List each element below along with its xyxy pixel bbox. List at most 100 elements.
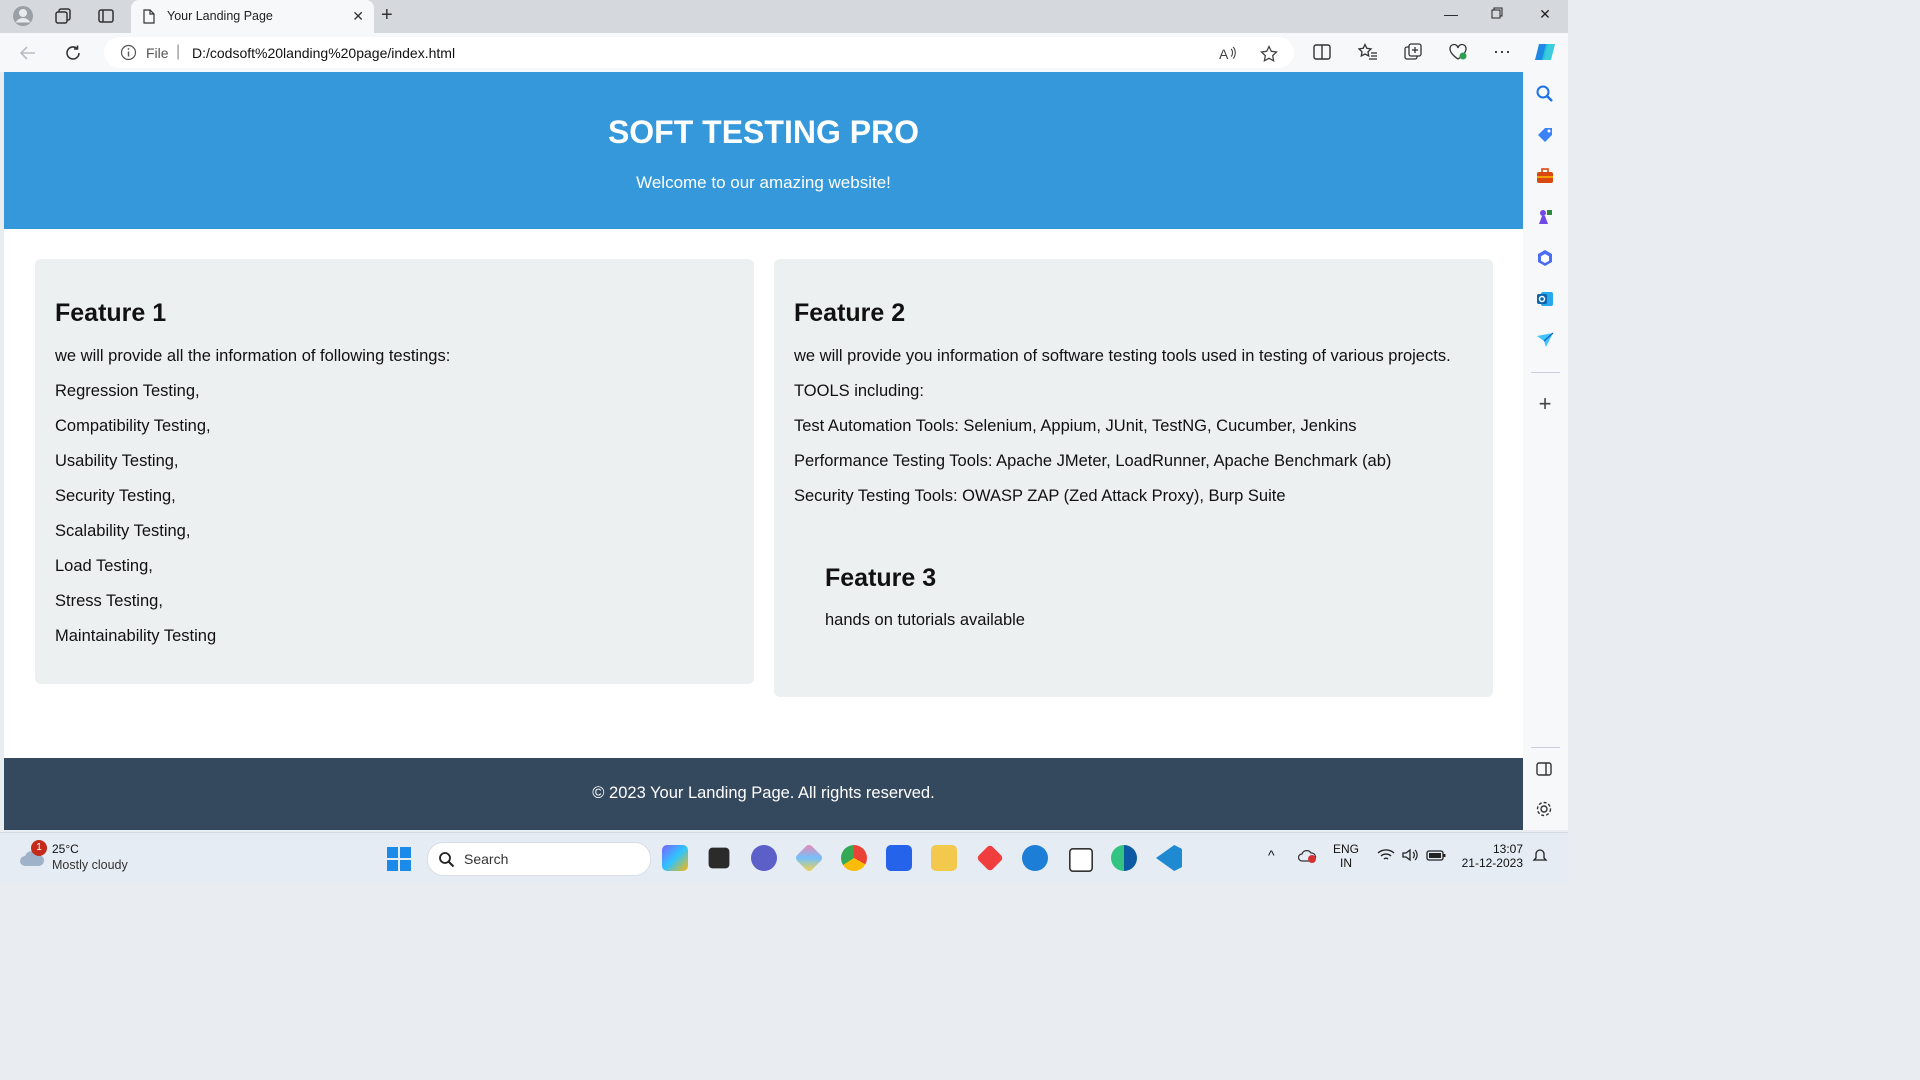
- file-label: File: [146, 45, 169, 61]
- hero-header: SOFT TESTING PRO Welcome to our amazing …: [4, 72, 1523, 229]
- active-tab[interactable]: Your Landing Page ✕: [131, 0, 374, 33]
- site-info-icon[interactable]: [120, 44, 137, 66]
- help-app-icon[interactable]: [1022, 845, 1048, 871]
- split-screen-icon[interactable]: [1310, 41, 1334, 63]
- feature-2-line: Security Testing Tools: OWASP ZAP (Zed A…: [794, 487, 1286, 505]
- feature-3-heading: Feature 3: [825, 564, 937, 592]
- copyright-text: © 2023 Your Landing Page. All rights res…: [592, 784, 935, 802]
- edge-sidebar: +: [1523, 72, 1568, 830]
- address-separator: |: [176, 43, 181, 60]
- file-explorer-icon[interactable]: [931, 845, 957, 871]
- restore-icon[interactable]: [1482, 6, 1512, 22]
- feature-2-heading: Feature 2: [794, 299, 906, 327]
- add-icon[interactable]: +: [1535, 393, 1555, 415]
- collections-icon[interactable]: [1401, 41, 1425, 63]
- chrome-icon[interactable]: [841, 845, 867, 871]
- start-windows-icon[interactable]: [386, 846, 412, 877]
- weather-badge: 1: [31, 840, 47, 856]
- feature-1-item: Maintainability Testing: [55, 627, 217, 645]
- feature-2-line: Test Automation Tools: Selenium, Appium,…: [794, 417, 1357, 435]
- feature-1-item: Stress Testing,: [55, 592, 163, 610]
- close-window-icon[interactable]: ✕: [1530, 6, 1560, 23]
- volume-icon[interactable]: [1401, 848, 1419, 865]
- profile-icon[interactable]: [11, 5, 35, 27]
- battery-icon[interactable]: [1426, 848, 1446, 865]
- navigation-bar: File | D:/codsoft%20landing%20page/index…: [0, 33, 1568, 72]
- microsoft-store-icon[interactable]: [886, 845, 912, 871]
- clock-date: 21-12-2023: [1461, 856, 1523, 870]
- feature-1-item: Compatibility Testing,: [55, 417, 211, 435]
- feature-3-text: hands on tutorials available: [825, 611, 1025, 629]
- document-icon: [143, 9, 155, 29]
- feature-1-heading: Feature 1: [55, 299, 167, 327]
- shopping-tag-icon[interactable]: [1535, 125, 1555, 145]
- svg-text:A: A: [1219, 46, 1229, 62]
- sidebar-divider: [1531, 747, 1560, 748]
- close-tab-icon[interactable]: ✕: [352, 8, 364, 25]
- copilot-icon[interactable]: [1533, 41, 1557, 63]
- language-code: ENG: [1333, 842, 1360, 856]
- feature-2-line: TOOLS including:: [794, 382, 924, 400]
- hide-sidebar-icon[interactable]: [1535, 760, 1555, 780]
- feature-2-line: we will provide you information of softw…: [794, 347, 1451, 365]
- address-bar[interactable]: File | D:/codsoft%20landing%20page/index…: [104, 37, 1294, 68]
- feature-1-card: Feature 1 we will provide all the inform…: [35, 259, 754, 684]
- windows-taskbar: 1 25°C Mostly cloudy Search ^ ENG IN 13:…: [0, 832, 1568, 883]
- tab-title: Your Landing Page: [167, 9, 273, 23]
- site-title: SOFT TESTING PRO: [607, 114, 920, 150]
- workspaces-icon[interactable]: [51, 5, 75, 27]
- browser-essentials-icon[interactable]: [1446, 41, 1470, 63]
- minimize-icon[interactable]: —: [1436, 6, 1466, 22]
- region-code: IN: [1340, 856, 1352, 870]
- feature-1-item: Usability Testing,: [55, 452, 179, 470]
- search-glass-icon: [438, 851, 455, 873]
- feature-1-intro: we will provide all the information of f…: [55, 347, 451, 365]
- copilot-pre-app-icon[interactable]: [662, 845, 688, 871]
- url-text[interactable]: D:/codsoft%20landing%20page/index.html: [192, 45, 455, 61]
- taskbar-search[interactable]: Search: [427, 842, 651, 876]
- task-view-icon[interactable]: [708, 847, 730, 869]
- refresh-icon[interactable]: [61, 41, 85, 65]
- feature-2-line: Performance Testing Tools: Apache JMeter…: [794, 452, 1392, 470]
- new-tab-icon[interactable]: +: [381, 5, 393, 25]
- feature-1-item: Scalability Testing,: [55, 522, 191, 540]
- browser-title-bar: Your Landing Page ✕ + — ✕: [0, 0, 1568, 33]
- onedrive-status-icon[interactable]: [1297, 848, 1318, 867]
- sidebar-divider: [1531, 372, 1560, 373]
- window-app-icon[interactable]: [1069, 848, 1093, 872]
- more-options-icon[interactable]: ⋯: [1490, 41, 1514, 63]
- tools-icon[interactable]: [1535, 166, 1555, 186]
- read-aloud-icon[interactable]: A: [1218, 44, 1238, 64]
- show-hidden-icons[interactable]: ^: [1268, 847, 1275, 863]
- search-label: Search: [464, 851, 509, 867]
- favorites-icon[interactable]: [1356, 41, 1380, 63]
- feature-2-card: Feature 2 we will provide you informatio…: [774, 259, 1493, 697]
- edge-icon[interactable]: [1111, 845, 1137, 871]
- weather-temperature[interactable]: 25°C: [52, 842, 79, 856]
- favorite-star-icon[interactable]: [1259, 44, 1279, 64]
- feature-1-item: Load Testing,: [55, 557, 153, 575]
- settings-gear-icon[interactable]: [1535, 800, 1555, 820]
- language-indicator[interactable]: ENG IN: [1333, 842, 1359, 870]
- search-icon[interactable]: [1535, 84, 1555, 104]
- vscode-icon[interactable]: [1156, 845, 1182, 871]
- git-app-icon[interactable]: [976, 844, 1004, 872]
- microsoft-365-icon[interactable]: [1535, 248, 1555, 268]
- page-footer: © 2023 Your Landing Page. All rights res…: [4, 758, 1523, 830]
- widgets-app-icon[interactable]: [794, 843, 824, 873]
- site-subtitle: Welcome to our amazing website!: [636, 173, 891, 192]
- drop-icon[interactable]: [1535, 330, 1555, 350]
- vertical-tabs-icon[interactable]: [94, 5, 118, 27]
- feature-1-item: Security Testing,: [55, 487, 176, 505]
- clock-time: 13:07: [1492, 842, 1523, 856]
- notification-icon[interactable]: [1532, 848, 1548, 867]
- weather-description[interactable]: Mostly cloudy: [52, 858, 128, 872]
- outlook-icon[interactable]: [1535, 289, 1555, 309]
- web-page-content: SOFT TESTING PRO Welcome to our amazing …: [4, 72, 1523, 830]
- feature-1-item: Regression Testing,: [55, 382, 200, 400]
- back-icon[interactable]: [16, 41, 40, 65]
- teams-chat-icon[interactable]: [751, 845, 777, 871]
- wifi-icon[interactable]: [1377, 848, 1395, 865]
- games-icon[interactable]: [1535, 207, 1555, 227]
- clock[interactable]: 13:07 21-12-2023: [1459, 842, 1523, 870]
